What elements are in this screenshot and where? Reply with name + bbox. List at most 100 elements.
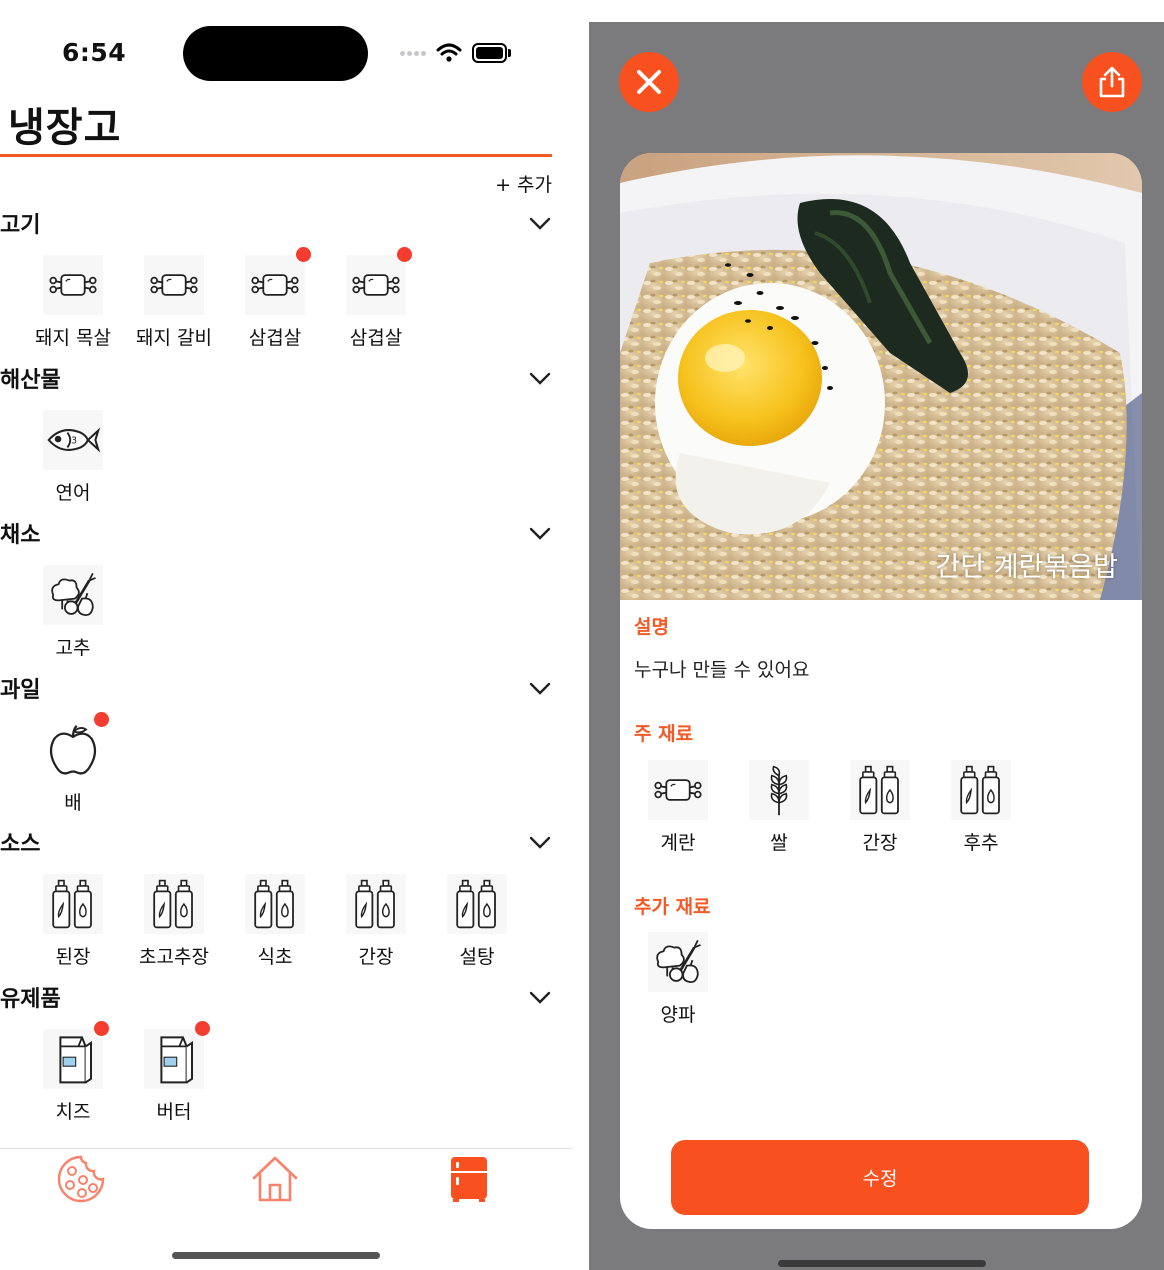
sauce-bottles-icon [245,874,305,934]
category-header-sauces[interactable]: 소스 [0,825,552,859]
ingredient-label: 계란 [660,832,696,854]
recipe-detail-screen: 간단 계란볶음밥 설명 누구나 만들 수 있어요 주 재료 계란 쌀 간장 후추… [589,22,1164,1270]
category-header-dairy[interactable]: 유제품 [0,980,552,1014]
ingredient-item[interactable]: 삼겹살 [225,247,325,350]
category-title: 소스 [0,832,41,857]
edit-button[interactable]: 수정 [671,1140,1089,1215]
chevron-down-icon[interactable] [528,366,552,390]
ingredient-item[interactable]: 고추 [23,565,123,660]
sauce-bottles-icon [43,874,103,934]
ingredient-label: 후추 [963,832,999,854]
ingredient-label: 삼겹살 [248,327,302,349]
alert-badge [94,1021,109,1036]
ingredient-item[interactable]: 배 [23,712,123,815]
chevron-down-icon[interactable] [528,521,552,545]
main-ingredient-item[interactable]: 후추 [931,760,1031,855]
meat-icon [245,247,311,315]
ingredient-label: 초고추장 [139,946,209,968]
category-title: 유제품 [0,987,61,1012]
ingredient-item[interactable]: 돼지 목살 [23,255,123,350]
home-indicator [778,1260,986,1267]
main-ingredients-heading: 주 재료 [634,723,694,745]
add-ingredient-button[interactable]: + 추가 [495,170,552,197]
ingredient-label: 배 [64,792,82,814]
cookie-icon [57,1155,105,1203]
share-button[interactable] [1082,52,1142,112]
meat-icon [43,255,103,315]
extra-ingredient-item[interactable]: 양파 [628,932,728,1027]
share-icon [1099,66,1125,98]
apple-icon [43,712,109,780]
chevron-down-icon[interactable] [528,985,552,1009]
ingredient-label: 설탕 [459,946,495,968]
sauce-bottles-icon [447,874,507,934]
ingredient-item[interactable]: 버터 [124,1021,224,1124]
wifi-icon [436,43,462,62]
home-indicator [172,1252,380,1259]
alert-badge [94,712,109,727]
title-divider [0,154,552,157]
category-header-vegetables[interactable]: 채소 [0,516,552,550]
ingredient-item[interactable]: 삼겹살 [326,247,426,350]
meat-icon [346,247,412,315]
ingredient-label: 쌀 [770,832,788,854]
ingredient-label: 연어 [55,482,91,504]
close-button[interactable] [619,52,679,112]
wheat-icon [749,760,809,820]
category-title: 채소 [0,523,41,548]
tab-home[interactable] [247,1153,303,1205]
category-header-fruit[interactable]: 과일 [0,671,552,705]
sauce-bottles-icon [850,760,910,820]
sauce-bottles-icon [144,874,204,934]
milk-carton-icon [144,1021,210,1089]
ingredient-item[interactable]: 치즈 [23,1021,123,1124]
page-title: 냉장고 [8,105,122,151]
vegetable-icon [43,565,103,625]
ingredient-item[interactable]: 설탕 [427,874,527,969]
main-ingredient-item[interactable]: 계란 [628,760,728,855]
alert-badge [195,1021,210,1036]
alert-badge [397,247,412,262]
home-icon [252,1156,298,1202]
category-title: 고기 [0,213,41,238]
ingredient-item[interactable]: 초고추장 [124,874,224,969]
main-ingredient-item[interactable]: 간장 [830,760,930,855]
category-title: 해산물 [0,368,61,393]
ingredient-label: 삼겹살 [349,327,403,349]
ingredient-item[interactable]: 간장 [326,874,426,969]
vegetable-icon [648,932,708,992]
recipe-photo: 간단 계란볶음밥 [620,153,1142,600]
description-heading: 설명 [634,616,669,638]
meat-icon [648,760,708,820]
ingredient-label: 간장 [862,832,898,854]
category-title: 과일 [0,678,41,703]
ingredient-item[interactable]: 식초 [225,874,325,969]
ingredient-label: 양파 [660,1004,696,1026]
close-icon [637,70,661,94]
main-ingredient-item[interactable]: 쌀 [729,760,829,855]
fried-rice-photo [620,153,1142,600]
ingredient-label: 된장 [55,946,91,968]
signal-icon [400,50,426,56]
chevron-down-icon[interactable] [528,830,552,854]
ingredient-item[interactable]: 연어 [23,410,123,505]
ingredient-label: 버터 [156,1101,192,1123]
ingredient-label: 돼지 갈비 [136,327,212,349]
extra-ingredients-heading: 추가 재료 [634,896,711,918]
category-header-seafood[interactable]: 해산물 [0,361,552,395]
sauce-bottles-icon [951,760,1011,820]
fish-icon [43,410,103,470]
alert-badge [296,247,311,262]
chevron-down-icon[interactable] [528,211,552,235]
ingredient-label: 고추 [55,637,91,659]
ingredient-item[interactable]: 돼지 갈비 [124,255,224,350]
dynamic-island [183,26,368,81]
ingredient-item[interactable]: 된장 [23,874,123,969]
tab-fridge[interactable] [441,1153,497,1205]
ingredient-label: 식초 [257,946,293,968]
battery-icon [472,43,512,63]
meat-icon [144,255,204,315]
chevron-down-icon[interactable] [528,676,552,700]
tab-recipes[interactable] [53,1153,109,1205]
category-header-meat[interactable]: 고기 [0,206,552,240]
